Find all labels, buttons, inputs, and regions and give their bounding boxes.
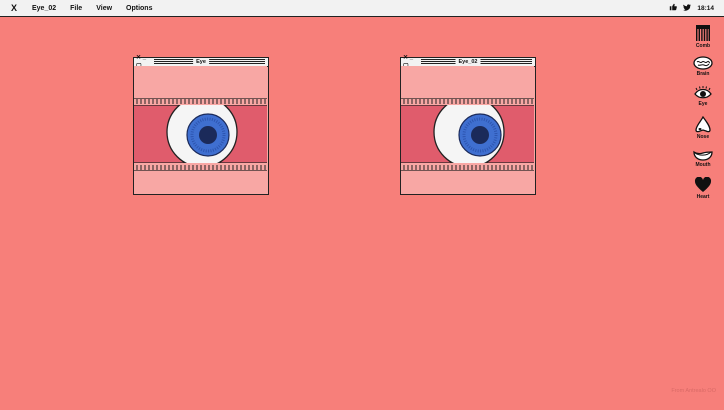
thumbs-up-icon[interactable]	[669, 3, 678, 13]
dock-item-nose[interactable]: Nose	[688, 116, 718, 140]
clock: 18:14	[697, 4, 714, 12]
dock-item-eye[interactable]: Eye	[688, 86, 718, 107]
eyeball	[433, 96, 505, 168]
window-title: Eye_02	[455, 58, 481, 66]
menu-app-name[interactable]: Eye_02	[32, 5, 56, 12]
eyeball	[166, 96, 238, 168]
dock-label: Eye	[698, 101, 708, 107]
heart-icon	[694, 177, 712, 192]
twitter-bird-icon[interactable]	[683, 3, 692, 13]
menubar-status: 18:14	[669, 0, 714, 16]
eye-window-2[interactable]: ✕ _ ▢ Eye_02	[400, 55, 536, 195]
window-title: Eye	[193, 58, 209, 66]
dock-label: Nose	[696, 134, 710, 140]
eye-window-1[interactable]: ✕ _ ▢ Eye	[133, 55, 269, 195]
comb-icon	[696, 25, 710, 41]
menu-bar: X Eye_02 File View Options 18:14	[0, 0, 724, 17]
dock-label: Heart	[696, 194, 710, 200]
dock-item-heart[interactable]: Heart	[688, 177, 718, 200]
mouth-icon	[693, 150, 713, 161]
dock-item-comb[interactable]: Comb	[688, 24, 718, 49]
brain-icon	[693, 56, 713, 70]
dock-label: Mouth	[695, 162, 711, 168]
eye-illustration	[134, 66, 267, 193]
dock-item-brain[interactable]: Brain	[688, 56, 718, 77]
nose-icon	[695, 116, 711, 133]
dock-item-mouth[interactable]: Mouth	[688, 149, 718, 168]
dock-label: Comb	[695, 43, 711, 49]
titlebar-stripes	[154, 59, 265, 64]
menu-options[interactable]: Options	[126, 5, 152, 12]
dock-label: Brain	[696, 71, 710, 77]
menu-view[interactable]: View	[96, 5, 112, 12]
eye-illustration	[401, 66, 534, 193]
app-logo-icon[interactable]: X	[8, 3, 20, 13]
eye-icon	[694, 86, 712, 99]
menu-file[interactable]: File	[70, 5, 82, 12]
credit-text[interactable]: From Antrealo OO	[671, 388, 716, 394]
